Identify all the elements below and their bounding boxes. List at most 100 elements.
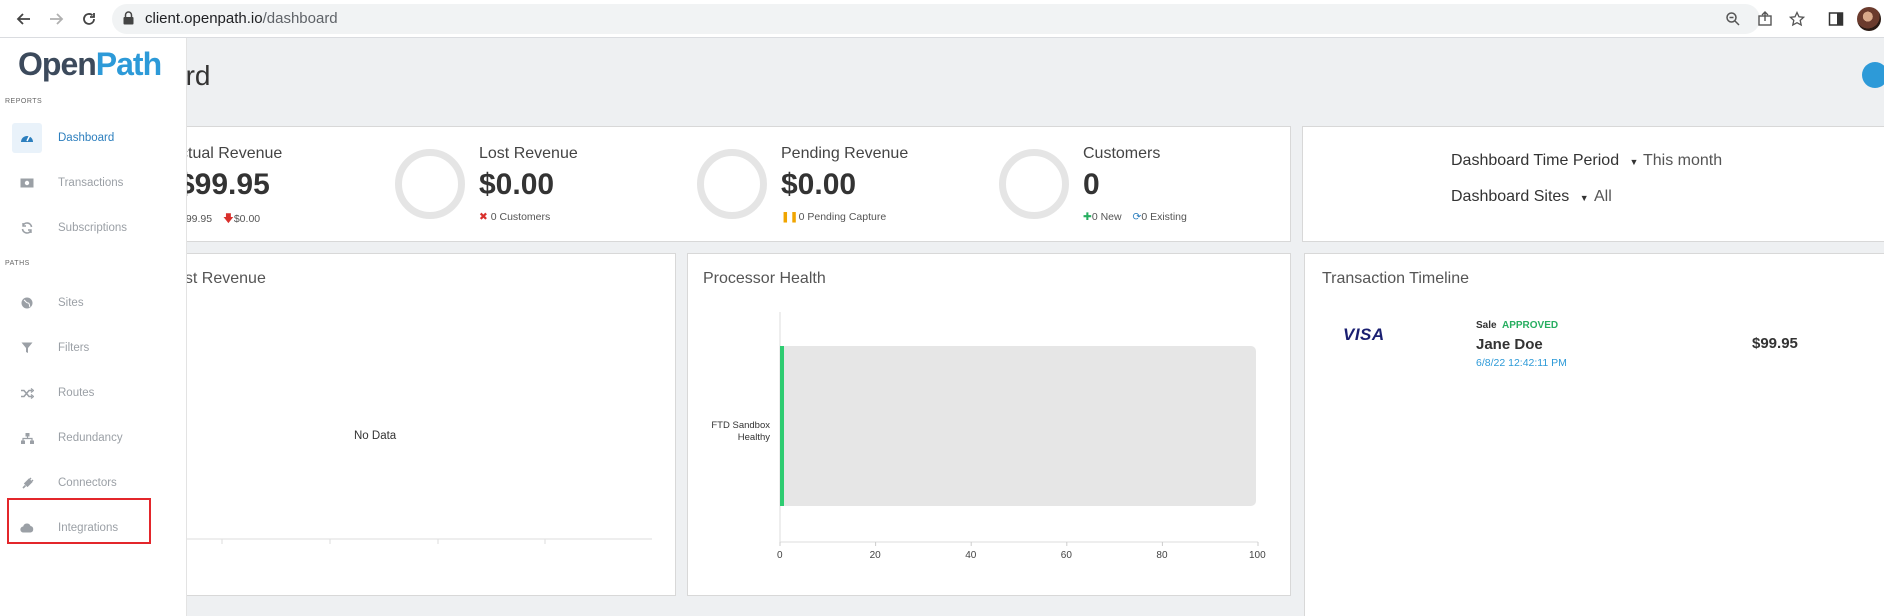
caret-down-icon: ▼ bbox=[1579, 193, 1589, 203]
refresh-small-icon: ⟳ bbox=[1132, 211, 1142, 223]
no-data-text: No Data bbox=[354, 430, 397, 442]
x-tick-label: 80 bbox=[1156, 550, 1168, 561]
visa-card-logo: VISA bbox=[1343, 325, 1385, 344]
pending-revenue-ring bbox=[697, 149, 767, 219]
sidebar-item-sites[interactable]: Sites bbox=[12, 288, 152, 318]
sidebar-item-label: Filters bbox=[58, 342, 90, 354]
sites-value[interactable]: All bbox=[1594, 188, 1612, 206]
lost-revenue-title: Lost Revenue bbox=[479, 145, 578, 162]
x-tick-label: 20 bbox=[869, 550, 881, 561]
sidebar-item-subscriptions[interactable]: Subscriptions bbox=[12, 213, 152, 243]
reports-section-label: REPORTS bbox=[5, 98, 43, 105]
actual-revenue-lost-value: $0.00 bbox=[233, 213, 261, 225]
pending-revenue-value: $0.00 bbox=[781, 168, 857, 201]
forward-arrow-icon[interactable] bbox=[45, 8, 67, 30]
actual-revenue-title: ctual Revenue bbox=[180, 145, 283, 162]
paths-section-label: PATHS bbox=[5, 260, 30, 267]
caret-down-icon: ▼ bbox=[1629, 157, 1639, 167]
sidebar-item-label: Transactions bbox=[58, 177, 124, 189]
profile-avatar[interactable] bbox=[1857, 7, 1881, 31]
transaction-status-badge: APPROVED bbox=[1502, 320, 1559, 331]
sidebar: OpenPath REPORTS Dashboard Transactions … bbox=[0, 38, 187, 616]
customers-title: Customers bbox=[1083, 145, 1161, 162]
sidebar-item-label: Routes bbox=[58, 387, 95, 399]
sidebar-item-label: Sites bbox=[58, 297, 84, 309]
user-profile-icon[interactable] bbox=[1862, 62, 1884, 88]
customers-ring bbox=[999, 149, 1069, 219]
transaction-type: Sale bbox=[1476, 320, 1497, 331]
customer-name[interactable]: Jane Doe bbox=[1476, 336, 1543, 353]
back-arrow-icon[interactable] bbox=[13, 8, 35, 30]
sitemap-icon bbox=[12, 423, 42, 453]
x-tick-label: 40 bbox=[965, 550, 977, 561]
new-customers-count: 0 New bbox=[1091, 211, 1122, 223]
actual-revenue-value: $99.95 bbox=[178, 168, 270, 201]
x-tick-label: 60 bbox=[1060, 550, 1072, 561]
time-period-label: Dashboard Time Period bbox=[1451, 152, 1620, 169]
connectors-highlight-box bbox=[7, 498, 151, 544]
processor-status: Healthy bbox=[737, 432, 770, 443]
zoom-icon[interactable] bbox=[1723, 9, 1743, 29]
money-icon bbox=[12, 168, 42, 198]
address-bar[interactable] bbox=[112, 4, 1760, 34]
browser-toolbar: client.openpath.io/dashboard bbox=[0, 0, 1884, 38]
sidebar-item-connectors[interactable]: Connectors bbox=[12, 468, 152, 498]
shuffle-icon bbox=[12, 378, 42, 408]
actual-revenue-sub: $99.95 🡇$0.00 bbox=[180, 211, 260, 229]
bookmark-star-icon[interactable] bbox=[1787, 9, 1807, 29]
processor-health-chart bbox=[779, 312, 1259, 546]
lost-revenue-ring bbox=[395, 149, 465, 219]
pending-capture-count: 0 Pending Capture bbox=[798, 211, 887, 223]
x-tick-label: 0 bbox=[777, 550, 783, 561]
customers-value: 0 bbox=[1083, 168, 1100, 201]
sidebar-item-redundancy[interactable]: Redundancy bbox=[12, 423, 152, 453]
sidebar-item-routes[interactable]: Routes bbox=[12, 378, 152, 408]
processor-bar-label: FTD Sandbox Healthy bbox=[700, 420, 770, 444]
sidebar-item-label: Connectors bbox=[58, 477, 117, 489]
transaction-amount: $99.95 bbox=[1752, 335, 1798, 352]
reload-icon[interactable] bbox=[78, 8, 100, 30]
url-text[interactable]: client.openpath.io/dashboard bbox=[145, 10, 338, 27]
transaction-date[interactable]: 6/8/22 12:42:11 PM bbox=[1476, 357, 1567, 369]
side-panel-icon[interactable] bbox=[1826, 9, 1846, 29]
transaction-timeline-title: Transaction Timeline bbox=[1322, 270, 1470, 287]
refresh-icon bbox=[12, 213, 42, 243]
x-icon: ✖ bbox=[479, 211, 488, 223]
lost-revenue-sub: ✖ 0 Customers bbox=[479, 211, 550, 223]
dashboard-icon bbox=[12, 123, 42, 153]
plug-icon bbox=[12, 468, 42, 498]
lost-customers-count: 0 Customers bbox=[490, 211, 551, 223]
globe-icon bbox=[12, 288, 42, 318]
lost-revenue-value: $0.00 bbox=[479, 168, 555, 201]
processor-health-bar bbox=[780, 346, 1256, 506]
filters-card bbox=[1302, 126, 1884, 242]
processor-health-indicator bbox=[780, 346, 784, 506]
sidebar-item-label: Subscriptions bbox=[58, 222, 128, 234]
filter-icon bbox=[12, 333, 42, 363]
transaction-timeline-panel bbox=[1304, 253, 1884, 616]
processor-health-title: Processor Health bbox=[703, 270, 826, 287]
lost-revenue-panel-title: ost Revenue bbox=[176, 270, 266, 287]
sidebar-item-label: Redundancy bbox=[58, 432, 123, 444]
lock-icon[interactable] bbox=[123, 11, 134, 30]
plus-icon: ✚ bbox=[1083, 211, 1092, 223]
sidebar-item-label: Dashboard bbox=[58, 132, 115, 144]
logo-path-text: Path bbox=[95, 46, 162, 82]
pending-revenue-title: Pending Revenue bbox=[781, 145, 909, 162]
sidebar-item-dashboard[interactable]: Dashboard bbox=[12, 123, 152, 153]
processor-name: FTD Sandbox bbox=[711, 420, 770, 431]
logo-open-text: Open bbox=[18, 46, 97, 82]
sites-dropdown[interactable]: Dashboard Sites ▼ bbox=[1451, 188, 1589, 206]
openpath-logo[interactable]: OpenPath bbox=[18, 46, 162, 83]
sites-label: Dashboard Sites bbox=[1451, 188, 1570, 205]
pending-revenue-sub: ❚❚0 Pending Capture bbox=[781, 211, 886, 223]
customers-sub: ✚0 New ⟳0 Existing bbox=[1083, 211, 1187, 223]
share-icon[interactable] bbox=[1755, 9, 1775, 29]
sidebar-item-transactions[interactable]: Transactions bbox=[12, 168, 152, 198]
empty-chart-axis bbox=[186, 538, 652, 544]
x-tick-label: 100 bbox=[1249, 550, 1266, 561]
pause-icon: ❚❚ bbox=[781, 211, 799, 223]
sidebar-item-filters[interactable]: Filters bbox=[12, 333, 152, 363]
time-period-value[interactable]: This month bbox=[1643, 152, 1722, 170]
time-period-dropdown[interactable]: Dashboard Time Period ▼ bbox=[1451, 152, 1638, 170]
